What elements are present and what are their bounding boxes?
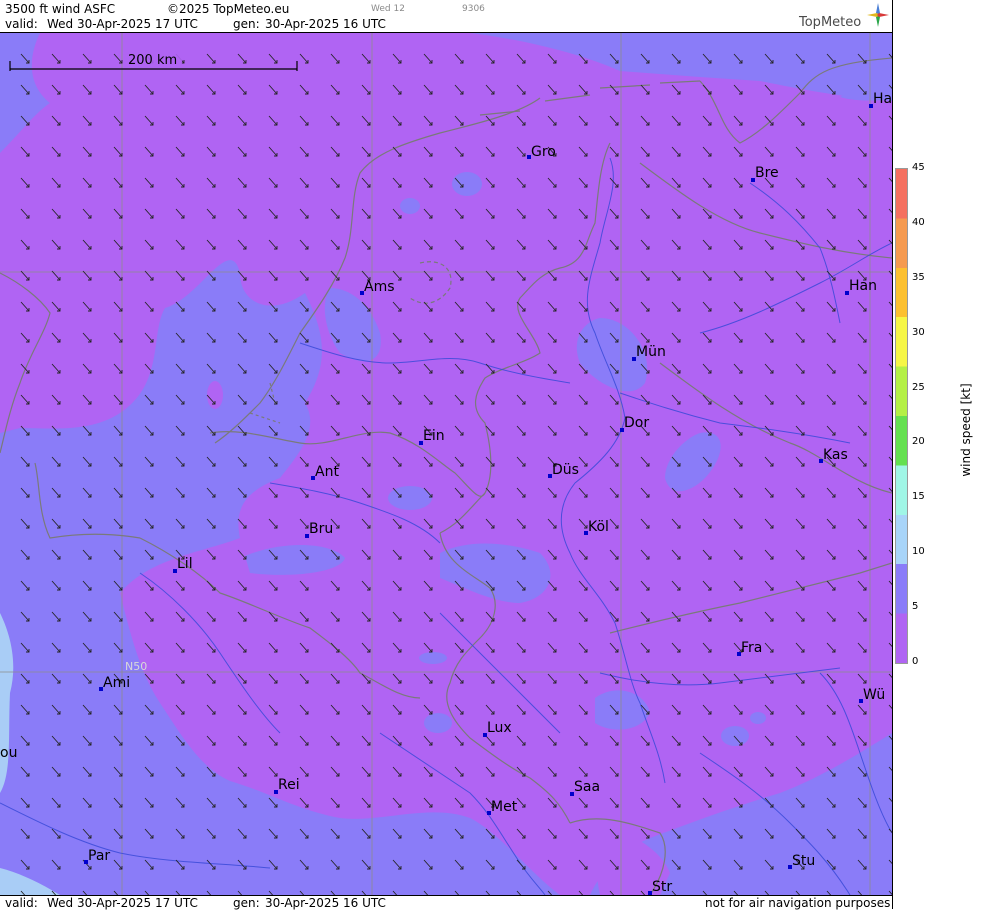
gen-time: 30-Apr-2025 16 UTC bbox=[265, 17, 386, 31]
footer-gen-time: 30-Apr-2025 16 UTC bbox=[265, 896, 386, 910]
compass-logo-icon bbox=[867, 3, 889, 27]
city-label: Düs bbox=[552, 462, 579, 478]
colorbar-tick-label: 5 bbox=[912, 601, 919, 613]
gen-label: gen: bbox=[233, 17, 260, 31]
city-label: Lux bbox=[487, 720, 512, 736]
valid-time: Wed 30-Apr-2025 17 UTC bbox=[47, 17, 198, 31]
city-label: Ams bbox=[364, 279, 395, 295]
city-label: ou bbox=[0, 745, 17, 761]
wind-arrows bbox=[0, 33, 892, 895]
city-label: Par bbox=[88, 848, 110, 864]
valid-label: valid: bbox=[5, 17, 38, 31]
colorbar-tick-label: 15 bbox=[912, 491, 925, 503]
scale-bar-label: 200 km bbox=[128, 53, 177, 68]
city-label: Köl bbox=[588, 519, 609, 535]
map-canvas: 200 km N50 Gro Bre Ha Ams Han Mün Ein Do… bbox=[0, 33, 892, 895]
brand-name: TopMeteo bbox=[799, 15, 862, 30]
colorbar-tick-label: 0 bbox=[912, 656, 919, 667]
colorbar-title: wind speed [kt] bbox=[959, 383, 973, 477]
colorbar-tick-label: 10 bbox=[912, 546, 925, 558]
city-label: Ant bbox=[315, 464, 339, 480]
city-label: Bru bbox=[309, 521, 333, 537]
footer-valid-time: Wed 30-Apr-2025 17 UTC bbox=[47, 896, 198, 910]
footer-valid-label: valid: bbox=[5, 896, 38, 910]
map-header: 3500 ft wind ASFC ©2025 TopMeteo.eu Wed … bbox=[0, 0, 892, 33]
wind-map[interactable]: 200 km N50 Gro Bre Ha Ams Han Mün Ein Do… bbox=[0, 33, 892, 895]
city-label: Rei bbox=[278, 777, 300, 793]
city-label: Gro bbox=[531, 144, 556, 160]
product-title: 3500 ft wind ASFC bbox=[5, 2, 116, 16]
colorbar-tick-label: 30 bbox=[912, 326, 925, 338]
city-label: Dor bbox=[624, 415, 649, 431]
city-label: Stu bbox=[792, 853, 815, 869]
disclaimer-text: not for air navigation purposes bbox=[705, 896, 891, 910]
colorbar-tick-label: 25 bbox=[912, 381, 925, 393]
latitude-label: N50 bbox=[125, 660, 147, 673]
faint-code-label: 9306 bbox=[462, 4, 485, 14]
colorbar-tick-label: 40 bbox=[912, 216, 925, 228]
city-label: Bre bbox=[755, 165, 779, 181]
city-label: Han bbox=[849, 278, 877, 294]
city-label: Kas bbox=[823, 447, 848, 463]
footer-gen-label: gen: bbox=[233, 896, 260, 910]
map-footer: valid: Wed 30-Apr-2025 17 UTC gen: 30-Ap… bbox=[0, 895, 892, 910]
city-label: Wü bbox=[863, 687, 885, 703]
city-label: Fra bbox=[741, 640, 762, 656]
city-label: Ein bbox=[423, 428, 445, 444]
colorbar-tick-label: 35 bbox=[912, 271, 925, 283]
wind-speed-colorbar bbox=[895, 168, 908, 664]
colorbar-tick-label: 45 bbox=[912, 162, 925, 173]
city-label: Ami bbox=[103, 675, 130, 691]
city-label: Str bbox=[652, 879, 672, 895]
colorbar-tick-label: 20 bbox=[912, 436, 925, 448]
city-label: Ha bbox=[873, 91, 892, 107]
faint-day-label: Wed 12 bbox=[371, 4, 405, 14]
copyright-text: ©2025 TopMeteo.eu bbox=[167, 2, 290, 16]
city-label: Mün bbox=[636, 344, 666, 360]
city-label: Lil bbox=[177, 556, 193, 572]
city-label: Saa bbox=[574, 779, 600, 795]
city-label: Met bbox=[491, 799, 518, 815]
